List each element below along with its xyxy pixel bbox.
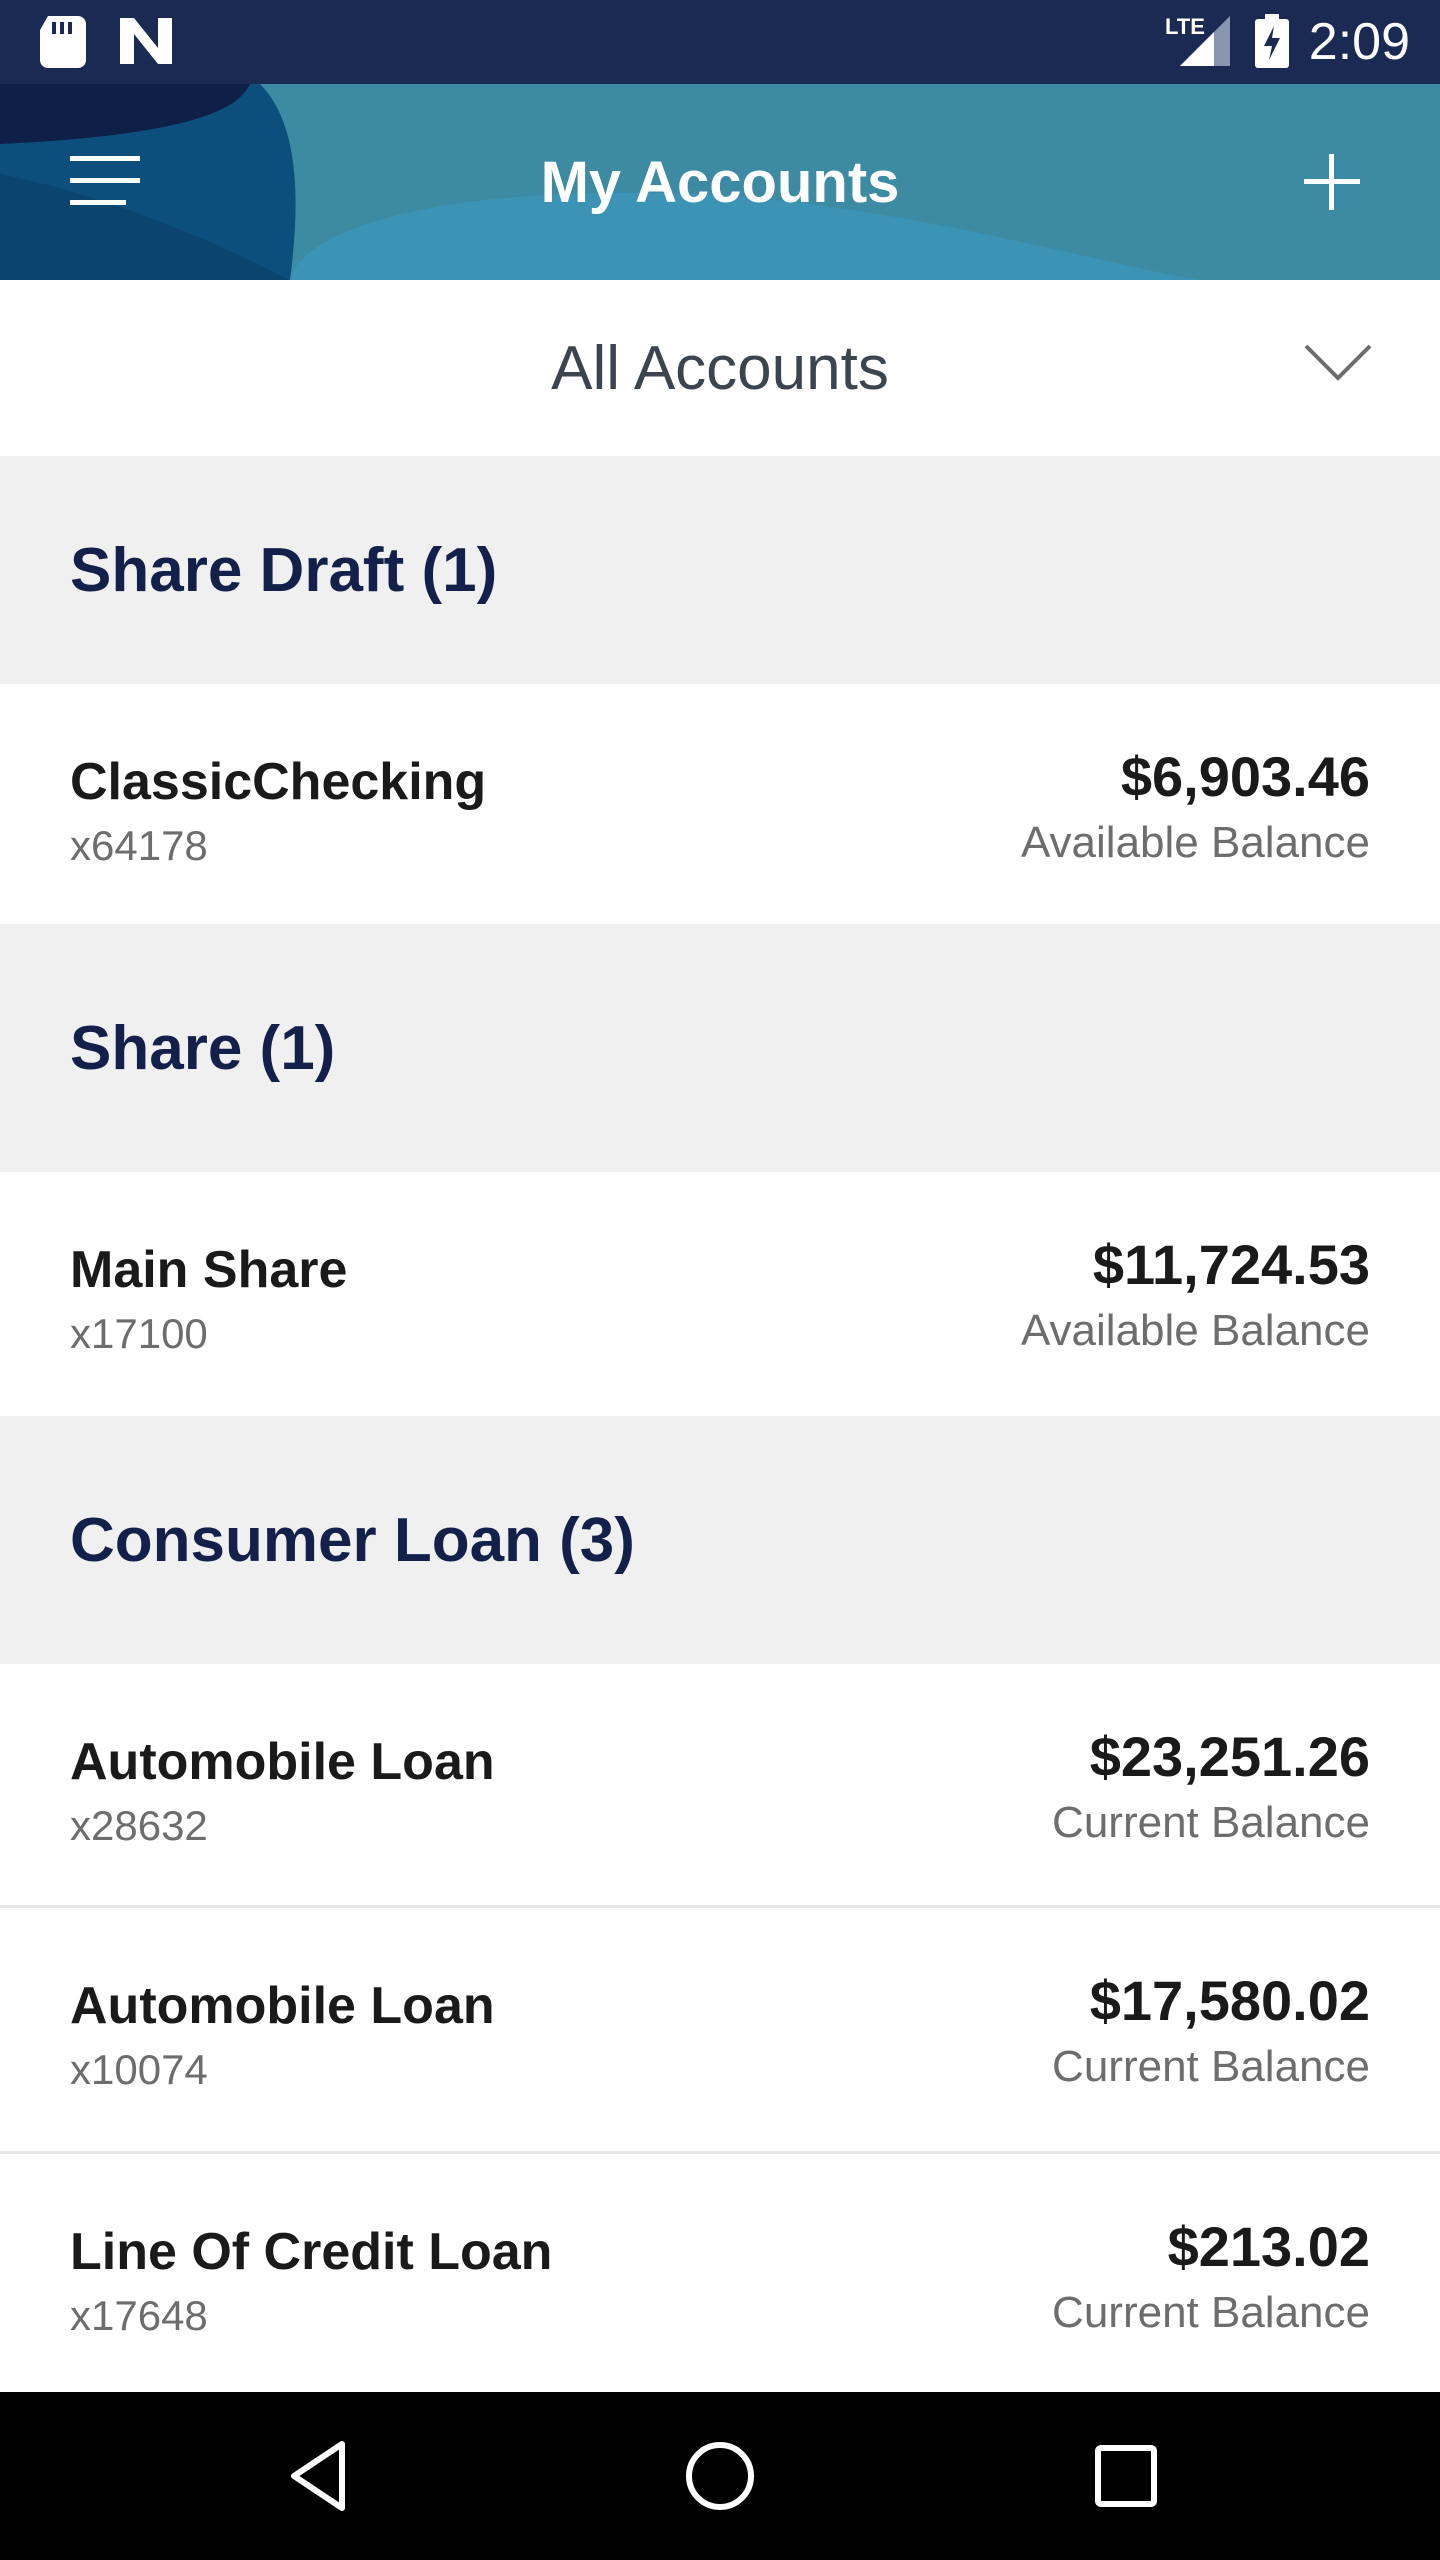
chevron-down-icon xyxy=(1304,344,1372,381)
account-row[interactable]: Automobile Loan x28632 $23,251.26 Curren… xyxy=(0,1664,1440,1908)
account-name: Line Of Credit Loan xyxy=(70,2223,553,2281)
add-account-button[interactable] xyxy=(1284,134,1380,230)
account-number: x64178 xyxy=(70,822,208,869)
battery-charging-icon xyxy=(1255,14,1289,73)
account-number: x28632 xyxy=(70,1802,208,1849)
sd-card-icon xyxy=(40,16,86,73)
account-balance-amount: $6,903.46 xyxy=(1120,745,1370,808)
signal-icon xyxy=(1180,16,1230,71)
section-header-share: Share (1) xyxy=(0,924,1440,1172)
menu-button[interactable] xyxy=(60,134,156,230)
section-title: Consumer Loan (3) xyxy=(70,1505,635,1575)
account-balance-amount: $23,251.26 xyxy=(1089,1725,1370,1788)
home-button[interactable] xyxy=(670,2426,770,2526)
header-background xyxy=(0,84,1440,280)
account-balance-label: Current Balance xyxy=(1052,1798,1370,1847)
app-header: My Accounts xyxy=(0,84,1440,280)
back-button[interactable] xyxy=(270,2426,370,2526)
status-bar: LTE 2:09 xyxy=(0,0,1440,84)
account-balance-amount: $11,724.53 xyxy=(1092,1233,1370,1296)
status-time: 2:09 xyxy=(1308,13,1410,71)
home-icon xyxy=(686,2442,754,2510)
hamburger-menu-icon xyxy=(70,156,140,205)
account-row[interactable]: Automobile Loan x10074 $17,580.02 Curren… xyxy=(0,1908,1440,2154)
recents-button[interactable] xyxy=(1076,2426,1176,2526)
account-balance-label: Available Balance xyxy=(1021,818,1370,867)
account-name: ClassicChecking xyxy=(70,753,487,811)
navigation-bar xyxy=(0,2392,1440,2560)
account-balance-label: Current Balance xyxy=(1052,2042,1370,2091)
account-number: x17100 xyxy=(70,1310,208,1357)
section-title: Share Draft (1) xyxy=(70,535,498,605)
account-number: x10074 xyxy=(70,2046,208,2093)
account-filter-label: All Accounts xyxy=(551,333,889,403)
account-balance-amount: $213.02 xyxy=(1167,2215,1370,2278)
section-header-share-draft: Share Draft (1) xyxy=(0,456,1440,684)
account-row[interactable]: Line Of Credit Loan x17648 $213.02 Curre… xyxy=(0,2154,1440,2392)
account-name: Main Share xyxy=(70,1241,348,1299)
section-header-consumer-loan: Consumer Loan (3) xyxy=(0,1416,1440,1664)
n-notification-icon xyxy=(120,18,172,69)
account-name: Automobile Loan xyxy=(70,1977,495,2035)
account-balance-label: Available Balance xyxy=(1021,1306,1370,1355)
account-balance-label: Current Balance xyxy=(1052,2288,1370,2337)
account-name: Automobile Loan xyxy=(70,1733,495,1791)
section-title: Share (1) xyxy=(70,1013,336,1083)
plus-icon xyxy=(1304,154,1360,210)
back-icon xyxy=(291,2441,345,2511)
account-balance-amount: $17,580.02 xyxy=(1089,1969,1370,2032)
recents-icon xyxy=(1095,2445,1157,2507)
account-filter-dropdown[interactable]: All Accounts xyxy=(0,280,1440,456)
account-number: x17648 xyxy=(70,2292,208,2339)
account-row[interactable]: ClassicChecking x64178 $6,903.46 Availab… xyxy=(0,684,1440,924)
account-row[interactable]: Main Share x17100 $11,724.53 Available B… xyxy=(0,1172,1440,1416)
